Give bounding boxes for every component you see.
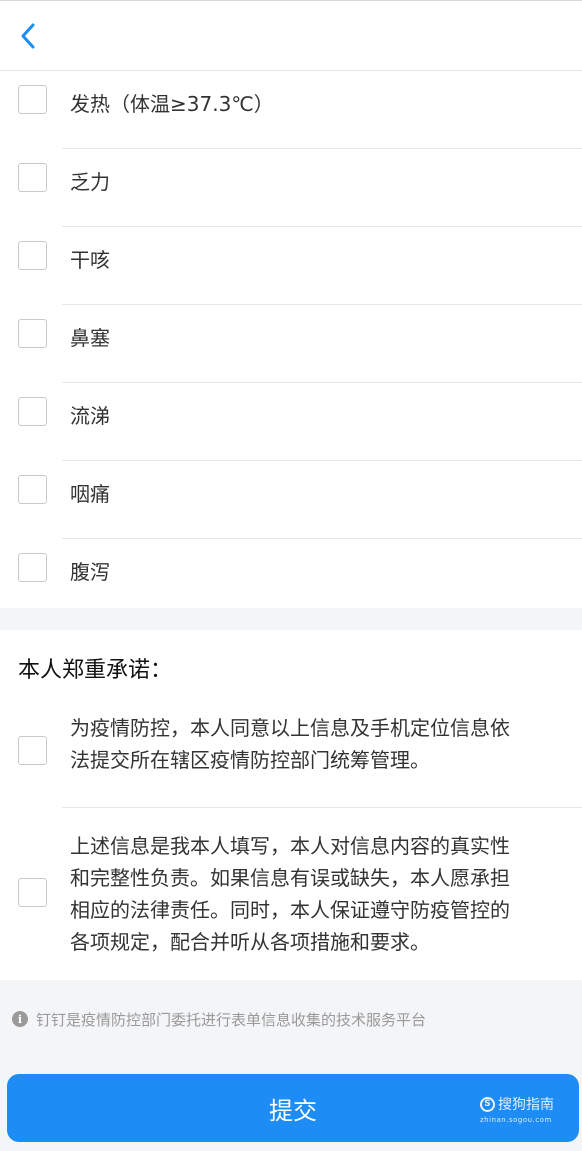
watermark-name: 搜狗指南 — [498, 1097, 554, 1113]
symptom-item[interactable]: 咽痛 — [0, 461, 582, 539]
symptom-checkbox[interactable] — [18, 475, 47, 504]
promise-line: 和完整性负责。如果信息有误或缺失，本人愿承担 — [70, 866, 510, 890]
promise-line: 相应的法律责任。同时，本人保证遵守防疫管控的 — [70, 898, 510, 922]
sogou-logo-icon: S — [480, 1096, 495, 1112]
symptom-checkbox[interactable] — [18, 553, 47, 582]
divider — [62, 807, 582, 808]
promise-text: 为疫情防控，本人同意以上信息及手机定位信息依 法提交所在辖区疫情防控部门统筹管理… — [70, 712, 560, 776]
symptom-checkbox[interactable] — [18, 163, 47, 192]
back-button[interactable] — [16, 21, 40, 51]
watermark-url: zhinan.sogou.com — [480, 1116, 552, 1124]
promise-line: 为疫情防控，本人同意以上信息及手机定位信息依 — [70, 716, 510, 740]
symptom-checkbox[interactable] — [18, 241, 47, 270]
top-bar — [0, 0, 582, 71]
promise-title: 本人郑重承诺： — [18, 658, 173, 683]
symptom-checkbox[interactable] — [18, 397, 47, 426]
promise-checkbox[interactable] — [18, 736, 47, 765]
symptom-item[interactable]: 鼻塞 — [0, 305, 582, 383]
promise-line: 各项规定，配合并听从各项措施和要求。 — [70, 930, 430, 954]
promise-section: 本人郑重承诺： 为疫情防控，本人同意以上信息及手机定位信息依 法提交所在辖区疫情… — [0, 630, 582, 980]
submit-label: 提交 — [269, 1096, 317, 1125]
symptom-label: 干咳 — [70, 248, 110, 272]
promise-line: 上述信息是我本人填写，本人对信息内容的真实性 — [70, 834, 510, 858]
promise-item[interactable]: 上述信息是我本人填写，本人对信息内容的真实性 和完整性负责。如果信息有误或缺失，… — [0, 830, 582, 970]
notice-text: 钉钉是疫情防控部门委托进行表单信息收集的技术服务平台 — [36, 1010, 427, 1029]
promise-text: 上述信息是我本人填写，本人对信息内容的真实性 和完整性负责。如果信息有误或缺失，… — [70, 830, 560, 958]
watermark: S 搜狗指南 zhinan.sogou.com — [480, 1094, 560, 1128]
symptom-item[interactable]: 流涕 — [0, 383, 582, 461]
symptom-checkbox[interactable] — [18, 85, 47, 114]
symptom-label: 鼻塞 — [70, 326, 110, 350]
symptom-item[interactable]: 腹泻 — [0, 539, 582, 617]
symptom-checkbox[interactable] — [18, 319, 47, 348]
symptom-item[interactable]: 干咳 — [0, 227, 582, 305]
symptom-label: 乏力 — [70, 170, 110, 194]
promise-line: 法提交所在辖区疫情防控部门统筹管理。 — [70, 748, 430, 772]
promise-checkbox[interactable] — [18, 878, 47, 907]
symptom-label: 发热（体温≥37.3℃） — [70, 92, 274, 116]
symptom-label: 腹泻 — [70, 560, 110, 584]
symptom-item[interactable]: 发热（体温≥37.3℃） — [0, 71, 582, 149]
promise-item[interactable]: 为疫情防控，本人同意以上信息及手机定位信息依 法提交所在辖区疫情防控部门统筹管理… — [0, 716, 582, 810]
chevron-left-icon — [21, 23, 35, 49]
symptom-label: 咽痛 — [70, 482, 110, 506]
platform-notice: i 钉钉是疫情防控部门委托进行表单信息收集的技术服务平台 — [12, 1008, 572, 1030]
symptom-label: 流涕 — [70, 404, 110, 428]
symptom-list: 发热（体温≥37.3℃） 乏力 干咳 鼻塞 流涕 咽痛 腹泻 — [0, 71, 582, 608]
info-icon: i — [12, 1011, 28, 1027]
symptom-item[interactable]: 乏力 — [0, 149, 582, 227]
